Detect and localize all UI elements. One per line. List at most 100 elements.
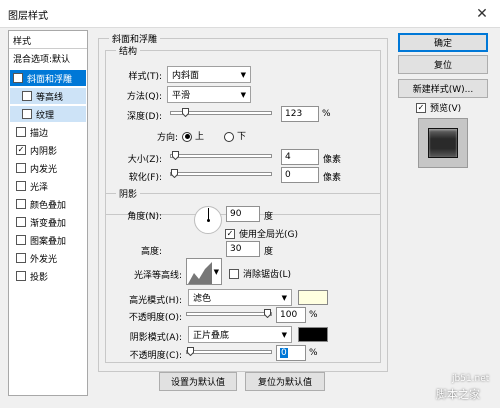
close-icon[interactable]: ✕ bbox=[464, 0, 500, 28]
gloss-contour-picker[interactable]: ▼ bbox=[186, 258, 222, 285]
soften-input[interactable]: 0 bbox=[281, 167, 319, 183]
highlight-opacity-label: 不透明度(O): bbox=[128, 313, 182, 323]
checkbox-icon bbox=[16, 163, 26, 173]
watermark-site: jb51.net bbox=[452, 374, 490, 384]
shadow-color-swatch[interactable] bbox=[298, 327, 328, 342]
window-title: 图层样式 bbox=[8, 11, 48, 22]
altitude-input[interactable]: 30 bbox=[226, 241, 260, 257]
checkbox-icon bbox=[22, 109, 32, 119]
style-sidebar: 样式 混合选项:默认 ✓ 斜面和浮雕 等高线 纹理 描边 ✓ 内阴影 内发光 光泽 颜色叠加 渐变叠… bbox=[8, 30, 88, 396]
size-input[interactable]: 4 bbox=[281, 149, 319, 165]
sidebar-item[interactable]: ✓ 斜面和浮雕 bbox=[10, 70, 86, 86]
preview-checkbox[interactable]: ✓ 预览(V) bbox=[416, 101, 461, 114]
checkbox-icon bbox=[16, 217, 26, 227]
sidebar-item-label: 外发光 bbox=[30, 254, 58, 265]
reset-default-button[interactable]: 复位为默认值 bbox=[245, 372, 325, 391]
bevel-emboss-group: 斜面和浮雕 结构 样式(T): 内斜面 ▼ 方法(Q): 平滑 ▼ 深度(D): 1… bbox=[98, 32, 388, 372]
slider-thumb[interactable] bbox=[187, 347, 194, 356]
depth-slider[interactable] bbox=[170, 108, 272, 117]
slider-thumb[interactable] bbox=[172, 151, 180, 160]
shading-title: 阴影 bbox=[116, 187, 141, 200]
highlight-mode-select[interactable]: 滤色 ▼ bbox=[188, 289, 292, 306]
reset-button[interactable]: 复位 bbox=[398, 55, 488, 74]
structure-title: 结构 bbox=[116, 44, 141, 57]
sidebar-item[interactable]: 颜色叠加 bbox=[13, 196, 66, 212]
radio-icon bbox=[182, 131, 192, 142]
slider-thumb[interactable] bbox=[264, 309, 271, 318]
angle-input[interactable]: 90 bbox=[226, 206, 260, 222]
shadow-mode-select[interactable]: 正片叠底 ▼ bbox=[188, 326, 292, 343]
checkbox-icon bbox=[229, 268, 239, 279]
angle-dial[interactable] bbox=[194, 206, 222, 234]
highlight-opacity-slider[interactable] bbox=[186, 309, 272, 318]
soften-slider[interactable] bbox=[170, 169, 272, 178]
antialias-checkbox[interactable]: 消除锯齿(L) bbox=[229, 267, 291, 280]
highlight-opacity-input[interactable]: 100 bbox=[276, 307, 306, 323]
method-select[interactable]: 平滑 ▼ bbox=[167, 86, 251, 103]
checkbox-icon bbox=[16, 127, 26, 137]
chevron-down-icon: ▼ bbox=[281, 294, 287, 302]
sidebar-item[interactable]: ✓ 内阴影 bbox=[13, 142, 57, 158]
chevron-down-icon: ▼ bbox=[213, 268, 219, 276]
direction-up-label: 上 bbox=[195, 132, 205, 142]
checkbox-icon bbox=[16, 199, 26, 209]
style-select-value: 内斜面 bbox=[172, 71, 200, 81]
set-default-button[interactable]: 设置为默认值 bbox=[159, 372, 237, 391]
angle-center bbox=[207, 219, 210, 222]
sidebar-divider bbox=[9, 48, 87, 49]
sidebar-item-label: 光泽 bbox=[30, 182, 49, 193]
direction-down-label: 下 bbox=[237, 132, 247, 142]
depth-label: 深度(D): bbox=[127, 112, 162, 122]
sidebar-item-label: 纹理 bbox=[36, 110, 55, 121]
slider-thumb[interactable] bbox=[171, 169, 178, 178]
sidebar-blend-options[interactable]: 混合选项:默认 bbox=[13, 52, 70, 65]
highlight-color-swatch[interactable] bbox=[298, 290, 328, 305]
shadow-opacity-slider[interactable] bbox=[186, 347, 272, 356]
checkbox-icon: ✓ bbox=[225, 228, 235, 239]
checkbox-icon: ✓ bbox=[13, 73, 23, 83]
sidebar-item[interactable]: 内发光 bbox=[13, 160, 57, 176]
style-select[interactable]: 内斜面 ▼ bbox=[167, 66, 251, 83]
highlight-mode-label: 高光模式(H): bbox=[129, 296, 182, 306]
global-light-label: 使用全局光(G) bbox=[239, 230, 298, 240]
slider-thumb[interactable] bbox=[182, 108, 190, 117]
checkbox-icon bbox=[22, 91, 32, 101]
sidebar-item[interactable]: 外发光 bbox=[13, 250, 57, 266]
shadow-opacity-unit: % bbox=[309, 348, 318, 358]
shadow-mode-label: 阴影模式(A): bbox=[129, 333, 182, 343]
altitude-label: 高度: bbox=[140, 247, 162, 257]
size-slider[interactable] bbox=[170, 151, 272, 160]
watermark-brand: 脚本之家 bbox=[436, 388, 480, 401]
angle-label: 角度(N): bbox=[127, 212, 162, 222]
direction-down-radio[interactable]: 下 bbox=[224, 129, 246, 142]
style-preview bbox=[418, 118, 468, 168]
structure-group: 结构 样式(T): 内斜面 ▼ 方法(Q): 平滑 ▼ 深度(D): 123 % 方… bbox=[105, 44, 381, 215]
contour-curve-icon bbox=[188, 262, 212, 284]
sidebar-item[interactable]: 投影 bbox=[13, 268, 48, 284]
antialias-label: 消除锯齿(L) bbox=[243, 270, 292, 280]
shadow-opacity-input[interactable]: 0 bbox=[276, 345, 306, 361]
ok-button[interactable]: 确定 bbox=[398, 33, 488, 52]
gloss-contour-label: 光泽等高线: bbox=[133, 271, 182, 281]
preview-swatch bbox=[428, 128, 458, 158]
depth-input[interactable]: 123 bbox=[281, 106, 319, 122]
sidebar-item-label: 等高线 bbox=[36, 92, 64, 103]
sidebar-item[interactable]: 渐变叠加 bbox=[13, 214, 66, 230]
sidebar-item-label: 投影 bbox=[30, 272, 49, 283]
sidebar-item[interactable]: 纹理 bbox=[10, 106, 86, 122]
shadow-opacity-value: 0 bbox=[280, 348, 288, 358]
direction-up-radio[interactable]: 上 bbox=[182, 129, 204, 142]
shading-group: 阴影 角度(N): 90 度 ✓ 使用全局光(G) 高度: 30 度 光泽等高线:… bbox=[105, 187, 381, 363]
new-style-button[interactable]: 新建样式(W)... bbox=[398, 79, 488, 98]
checkbox-icon bbox=[16, 271, 26, 281]
size-label: 大小(Z): bbox=[127, 155, 162, 165]
shadow-mode-value: 正片叠底 bbox=[193, 331, 230, 341]
sidebar-item-label: 描边 bbox=[30, 128, 49, 139]
global-light-checkbox[interactable]: ✓ 使用全局光(G) bbox=[225, 227, 298, 240]
sidebar-item-label: 渐变叠加 bbox=[30, 218, 67, 229]
sidebar-item[interactable]: 图案叠加 bbox=[13, 232, 66, 248]
sidebar-item[interactable]: 描边 bbox=[13, 124, 48, 140]
title-bar: 图层样式 ✕ bbox=[0, 0, 500, 28]
sidebar-item[interactable]: 等高线 bbox=[10, 88, 86, 104]
sidebar-item[interactable]: 光泽 bbox=[13, 178, 48, 194]
